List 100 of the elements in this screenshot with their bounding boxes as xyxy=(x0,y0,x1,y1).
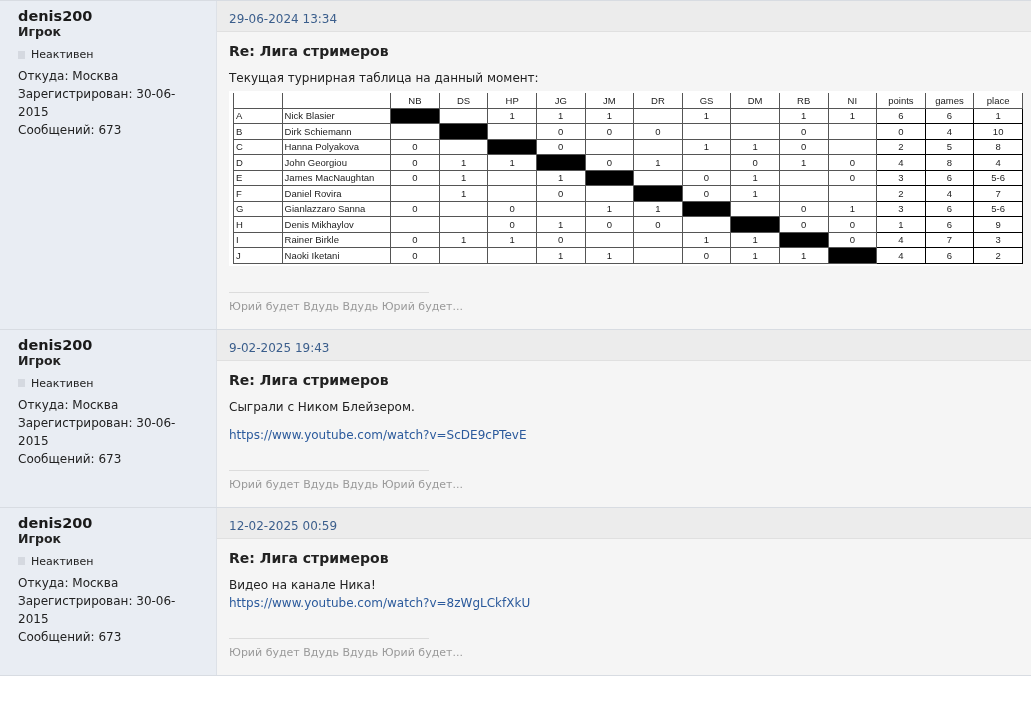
user-messages: Сообщений: 673 xyxy=(18,628,123,646)
place-cell: 2 xyxy=(973,247,1023,263)
result-cell: 1 xyxy=(779,154,828,170)
row-letter: H xyxy=(233,216,283,232)
column-header: points xyxy=(876,93,926,108)
post-date-link[interactable]: 9-02-2025 19:43 xyxy=(229,340,330,355)
player-name: Dirk Schiemann xyxy=(282,123,391,139)
user-messages: Сообщений: 673 xyxy=(18,122,123,139)
signature-text: Юрий будет Вдудь Вдудь Юрий будет... xyxy=(229,477,463,491)
result-cell: 1 xyxy=(585,108,634,124)
games-cell: 5 xyxy=(925,139,974,155)
row-letter: F xyxy=(233,185,283,201)
user-rank: Игрок xyxy=(18,530,62,546)
result-cell: 0 xyxy=(390,201,440,217)
row-letter: I xyxy=(233,232,283,248)
place-cell: 9 xyxy=(973,216,1023,232)
result-cell: 1 xyxy=(779,247,828,263)
username-link[interactable]: denis200 xyxy=(18,8,93,24)
result-cell: 1 xyxy=(487,108,537,124)
result-cell: 0 xyxy=(390,247,440,263)
place-cell: 3 xyxy=(973,232,1023,248)
column-header: GS xyxy=(682,93,731,108)
place-cell: 7 xyxy=(973,185,1023,201)
games-cell: 7 xyxy=(925,232,974,248)
result-cell: 1 xyxy=(536,170,586,186)
result-cell: 0 xyxy=(536,123,586,139)
result-cell: 1 xyxy=(439,232,488,248)
status-text: Неактивен xyxy=(31,376,94,390)
result-cell: 0 xyxy=(536,185,586,201)
result-cell: 1 xyxy=(730,139,780,155)
post-date-link[interactable]: 12-02-2025 00:59 xyxy=(229,518,338,533)
column-header: DM xyxy=(730,93,780,108)
player-name: Rainer Birkle xyxy=(282,232,391,248)
result-cell: 0 xyxy=(536,232,586,248)
place-cell: 5-6 xyxy=(973,201,1023,217)
post-title: Re: Лига стримеров xyxy=(229,43,390,59)
games-cell: 6 xyxy=(925,247,974,263)
result-cell: 1 xyxy=(439,154,488,170)
user-registered: Зарегистрирован: 30-06-2015 xyxy=(18,592,177,628)
place-cell: 8 xyxy=(973,139,1023,155)
result-cell: 1 xyxy=(730,170,780,186)
result-cell: 0 xyxy=(779,216,828,232)
result-cell: 0 xyxy=(779,201,828,217)
result-cell: 1 xyxy=(633,201,683,217)
column-header: JG xyxy=(536,93,586,108)
place-cell: 1 xyxy=(973,108,1023,124)
result-cell: 1 xyxy=(682,108,731,124)
result-cell: 0 xyxy=(390,139,440,155)
post-text: Сыграли с Ником Блейзером. xyxy=(229,398,416,416)
player-name: Hanna Polyakova xyxy=(282,139,391,155)
username-link[interactable]: denis200 xyxy=(18,514,93,531)
video-link[interactable]: https://www.youtube.com/watch?v=8zWgLCkfXkU xyxy=(229,595,531,610)
status-text: Неактивен xyxy=(31,48,94,61)
result-cell: 0 xyxy=(633,123,683,139)
result-cell: 1 xyxy=(779,108,828,124)
player-name: John Georgiou xyxy=(282,154,391,170)
post-text: Текущая турнирная таблица на данный момент: xyxy=(229,70,540,87)
username-link[interactable]: denis200 xyxy=(18,336,93,353)
column-header: games xyxy=(925,93,974,108)
player-name: Gianlazzaro Sanna xyxy=(282,201,391,217)
result-cell: 1 xyxy=(633,154,683,170)
result-cell: 1 xyxy=(487,154,537,170)
points-cell: 2 xyxy=(876,139,926,155)
result-cell: 1 xyxy=(828,108,877,124)
user-location: Откуда: Москва xyxy=(18,396,120,414)
games-cell: 6 xyxy=(925,201,974,217)
user-rank: Игрок xyxy=(18,24,62,39)
result-cell: 0 xyxy=(585,123,634,139)
result-cell: 0 xyxy=(633,216,683,232)
result-cell: 0 xyxy=(487,216,537,232)
column-header: RB xyxy=(779,93,828,108)
games-cell: 8 xyxy=(925,154,974,170)
column-header: JM xyxy=(585,93,634,108)
result-cell: 1 xyxy=(487,232,537,248)
points-cell: 4 xyxy=(876,154,926,170)
games-cell: 6 xyxy=(925,170,974,186)
signature-text: Юрий будет Вдудь Вдудь Юрий будет... xyxy=(229,645,463,659)
result-cell: 0 xyxy=(585,154,634,170)
place-cell: 4 xyxy=(973,154,1023,170)
signature-text: Юрий будет Вдудь Вдудь Юрий будет... xyxy=(229,299,463,313)
points-cell: 3 xyxy=(876,170,926,186)
player-name: Denis Mikhaylov xyxy=(282,216,391,232)
result-cell: 0 xyxy=(828,216,877,232)
row-letter: J xyxy=(233,247,283,263)
user-registered: Зарегистрирован: 30-06-2015 xyxy=(18,86,177,121)
post-date-link[interactable]: 29-06-2024 13:34 xyxy=(229,12,338,26)
status-text: Неактивен xyxy=(31,554,94,568)
result-cell: 1 xyxy=(585,201,634,217)
points-cell: 3 xyxy=(876,201,926,217)
points-cell: 4 xyxy=(876,247,926,263)
player-name: Daniel Rovira xyxy=(282,185,391,201)
points-cell: 2 xyxy=(876,185,926,201)
result-cell: 0 xyxy=(828,154,877,170)
column-header: NI xyxy=(828,93,877,108)
video-link[interactable]: https://www.youtube.com/watch?v=ScDE9cPTevE xyxy=(229,427,527,442)
user-registered: Зарегистрирован: 30-06-2015 xyxy=(18,414,177,450)
row-letter: B xyxy=(233,123,283,139)
games-cell: 6 xyxy=(925,108,974,124)
result-cell: 1 xyxy=(682,139,731,155)
points-cell: 1 xyxy=(876,216,926,232)
